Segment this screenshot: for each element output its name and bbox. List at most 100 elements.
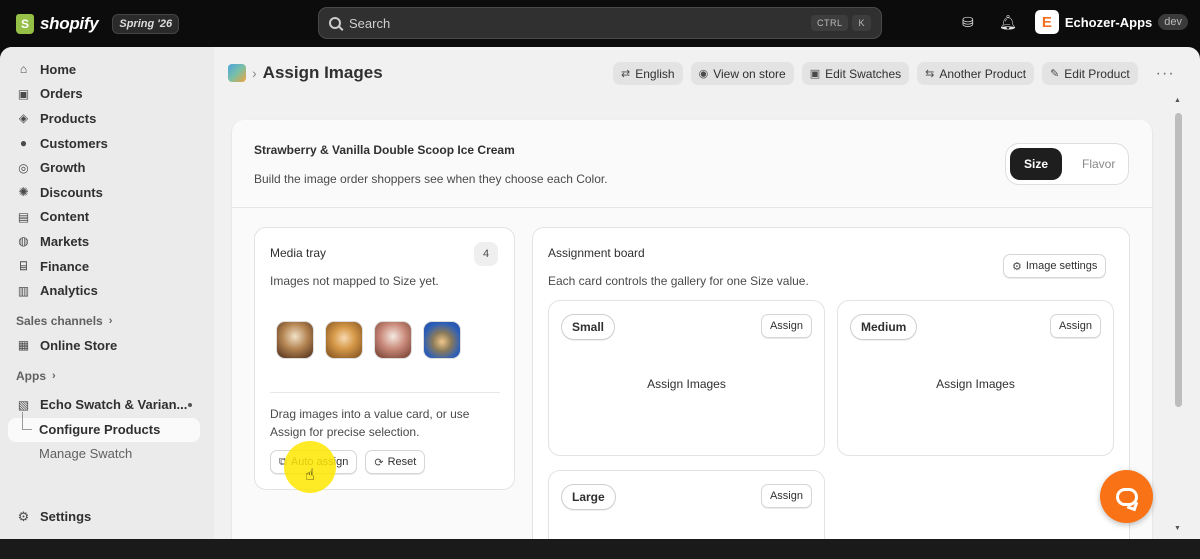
value-pill: Large (561, 484, 616, 510)
button-label: View on store (713, 66, 786, 81)
sidebar-item-label: Manage Swatch (39, 446, 133, 462)
sidebar-item-app[interactable]: ▧ Echo Swatch & Varian... (0, 392, 214, 418)
sidebar-item-manage-swatch[interactable]: Manage Swatch (8, 442, 200, 466)
sidebar-item-discounts[interactable]: ✺ Discounts (0, 180, 214, 205)
chat-launcher-button[interactable] (1100, 470, 1153, 523)
sidebar-item-label: Content (40, 209, 90, 225)
media-thumbnail[interactable] (423, 321, 461, 359)
media-tray-help: Drag images into a value card, or use As… (270, 407, 470, 439)
store-switcher-icon[interactable]: ⛁ (955, 9, 981, 35)
sidebar-item-label: Customers (40, 135, 108, 151)
scrollbar-thumb[interactable] (1175, 113, 1182, 407)
option-segmented-control: Size Flavor (1005, 143, 1129, 185)
sidebar-item-home[interactable]: ⌂ Home (0, 57, 214, 82)
sidebar-item-customers[interactable]: ● Customers (0, 131, 214, 156)
sidebar-item-content[interactable]: ▤ Content (0, 205, 214, 230)
sidebar-item-label: Home (40, 61, 77, 77)
brand-name: shopify (40, 13, 99, 33)
value-pill: Small (561, 314, 616, 340)
sidebar-item-configure-products[interactable]: Configure Products (8, 411, 200, 442)
more-actions-icon[interactable]: ··· (1156, 65, 1175, 83)
english-button[interactable]: ⇄ English (613, 62, 683, 85)
another-product-button[interactable]: ⇆ Another Product (917, 62, 1035, 85)
sidebar-item-markets[interactable]: ◍ Markets (0, 229, 214, 254)
sidebar-item-products[interactable]: ◈ Products (0, 106, 214, 131)
search-shortcut: CTRL K (810, 15, 871, 31)
value-card-small[interactable]: Small Assign Assign Images (548, 300, 825, 456)
media-count-badge: 4 (474, 242, 498, 266)
reset-button[interactable]: ⟳ Reset (365, 450, 426, 474)
gear-icon: ⚙ (1012, 260, 1022, 273)
button-label: Edit Swatches (825, 66, 902, 81)
assign-button[interactable]: Assign (760, 484, 812, 508)
assign-images-link[interactable]: Assign Images (838, 377, 1113, 391)
sidebar-section-sales-channels[interactable]: Sales channels › (0, 309, 214, 333)
section-label: Apps (16, 368, 46, 383)
scroll-down-arrow-icon[interactable]: ▼ (1174, 525, 1181, 532)
env-badge: dev (1158, 14, 1188, 30)
switch-icon: ⇆ (925, 68, 935, 80)
page-header: › Assign Images (228, 63, 383, 83)
board-title: Assignment board (548, 246, 645, 260)
sidebar-item-growth[interactable]: ◎ Growth (0, 155, 214, 180)
media-thumbnail[interactable] (276, 321, 314, 359)
bell-icon[interactable]: 🔔︎ (995, 9, 1021, 35)
content-icon: ▤ (17, 209, 30, 224)
search-input[interactable]: Search (349, 16, 390, 31)
segment-size[interactable]: Size (1010, 148, 1063, 180)
person-icon: ● (19, 136, 28, 151)
chevron-right-icon: › (52, 369, 56, 382)
section-label: Sales channels (16, 313, 103, 328)
gear-icon: ⚙ (17, 508, 30, 524)
assign-images-link[interactable]: Assign Images (549, 377, 824, 391)
edit-product-button[interactable]: ✎ Edit Product (1042, 62, 1138, 85)
segment-flavor[interactable]: Flavor (1068, 148, 1129, 180)
pencil-icon: ✎ (1050, 68, 1060, 80)
edition-badge[interactable]: Spring '26 (112, 13, 180, 34)
sidebar-item-label: Finance (40, 258, 90, 274)
sidebar-item-orders[interactable]: ▣ Orders (0, 82, 214, 107)
media-thumbnail[interactable] (374, 321, 412, 359)
button-label: English (635, 66, 675, 81)
sidebar-item-online-store[interactable]: ▦ Online Store (0, 333, 214, 358)
sidebar-item-settings[interactable]: ⚙ Settings (16, 508, 92, 525)
media-thumbnails (276, 321, 461, 359)
assign-button[interactable]: Assign (1049, 314, 1101, 338)
search-bar[interactable]: Search CTRL K (318, 7, 882, 39)
chevron-right-icon: › (252, 65, 257, 81)
sidebar-item-label: Configure Products (39, 422, 161, 438)
pointer-hand-icon: ☝ (305, 467, 315, 484)
swatch-icon: ▣ (809, 68, 821, 80)
scroll-up-arrow-icon[interactable]: ▲ (1174, 97, 1181, 104)
media-tray-title: Media tray (270, 246, 327, 260)
button-label: Another Product (939, 66, 1027, 81)
value-card-large[interactable]: Large Assign (548, 470, 825, 539)
search-icon (329, 17, 341, 29)
product-name: Strawberry & Vanilla Double Scoop Ice Cr… (254, 143, 515, 157)
card-header: Strawberry & Vanilla Double Scoop Ice Cr… (232, 120, 1152, 208)
home-icon: ⌂ (19, 62, 28, 77)
sidebar-item-finance[interactable]: ⌸ Finance (0, 254, 214, 279)
sidebar-item-analytics[interactable]: ▥ Analytics (0, 278, 214, 303)
store-menu[interactable]: E Echozer-Apps dev (1034, 10, 1188, 34)
app-logo-icon[interactable] (228, 64, 246, 82)
pin-dot-icon (188, 402, 192, 407)
shortcut-key-k: K (852, 15, 871, 31)
edit-swatches-button[interactable]: ▣ Edit Swatches (801, 62, 910, 85)
page-title: Assign Images (262, 63, 383, 82)
tag-icon: ◈ (18, 111, 29, 126)
inbox-icon: ▣ (17, 86, 30, 101)
store-name: Echozer-Apps (1064, 14, 1153, 30)
image-settings-button[interactable]: ⚙ Image settings (1003, 254, 1107, 278)
view-on-store-button[interactable]: ◉ View on store (690, 62, 794, 85)
target-icon: ◎ (18, 160, 29, 175)
assign-button[interactable]: Assign (760, 314, 812, 338)
shopify-logo[interactable]: shopify Spring '26 (16, 13, 180, 34)
value-card-medium[interactable]: Medium Assign Assign Images (837, 300, 1114, 456)
sidebar-section-apps[interactable]: Apps › (0, 364, 214, 388)
chevron-right-icon: › (108, 314, 113, 327)
chart-icon: ▥ (17, 283, 30, 298)
shopify-bag-icon (16, 13, 34, 34)
sidebar-item-label: Growth (40, 160, 86, 176)
media-thumbnail[interactable] (325, 321, 363, 359)
